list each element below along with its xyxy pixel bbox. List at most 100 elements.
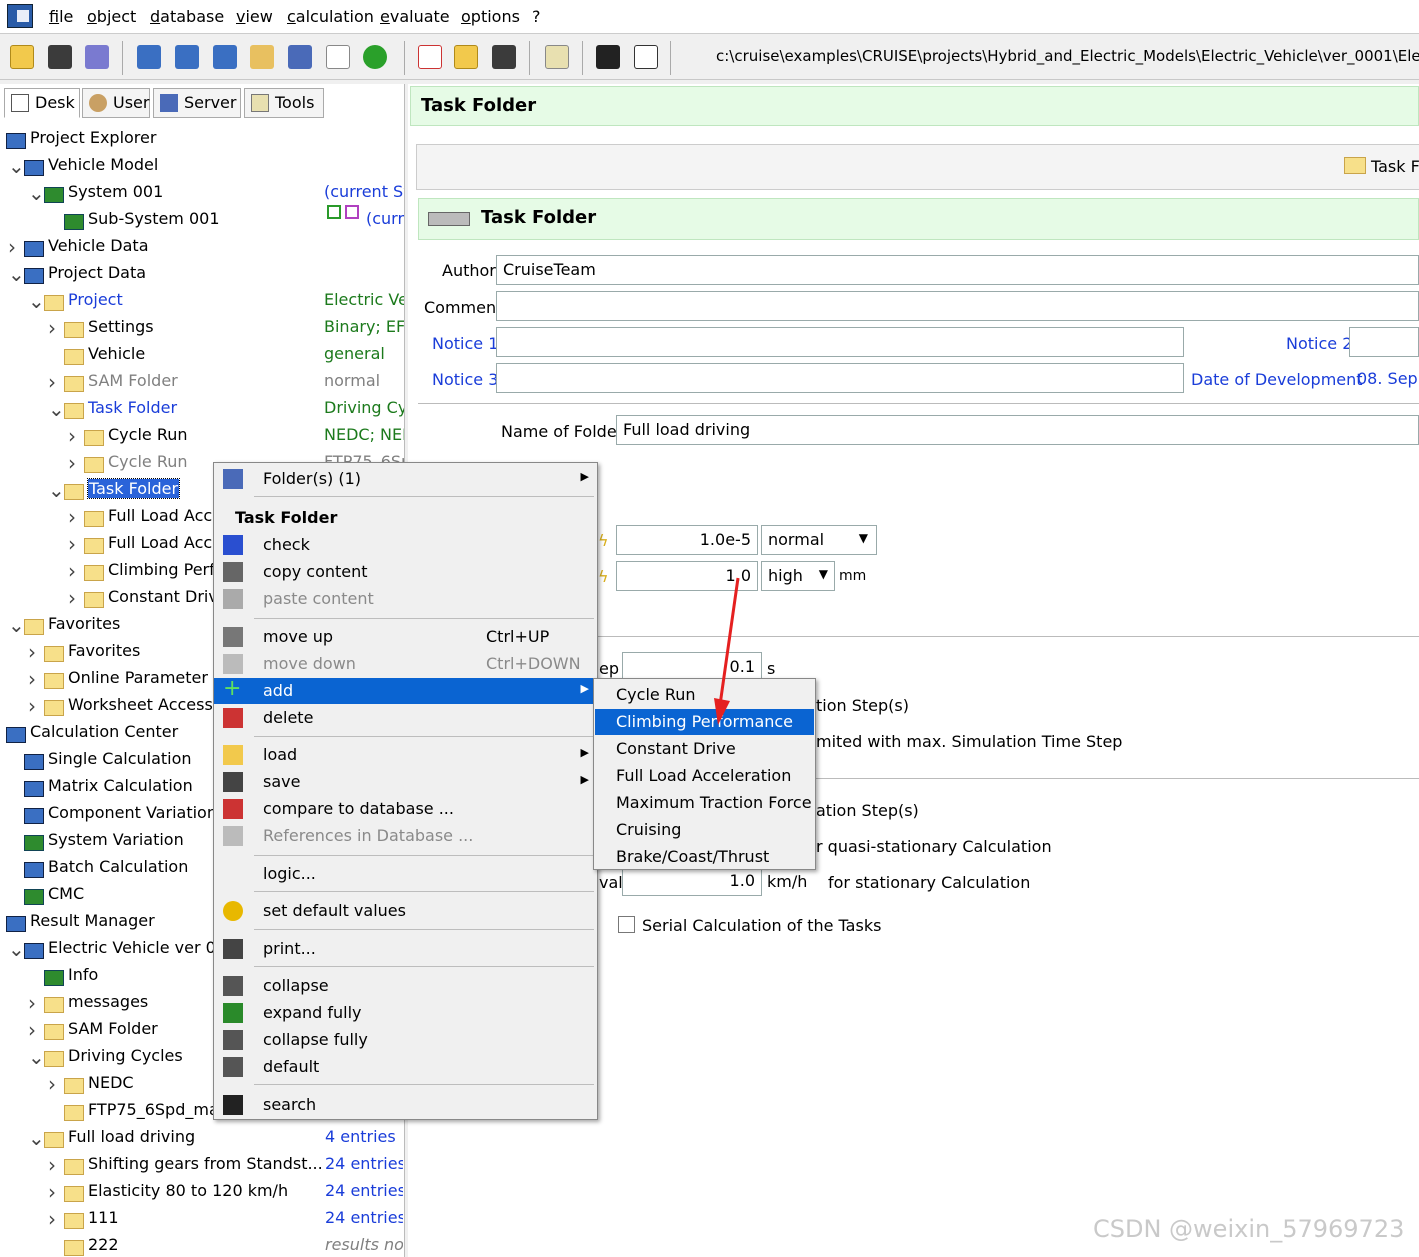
- expand-arrow-icon[interactable]: ›: [48, 1180, 56, 1204]
- expand-arrow-icon[interactable]: ›: [48, 316, 56, 340]
- calculation-center-icon[interactable]: [288, 45, 312, 69]
- tab-user[interactable]: User: [82, 88, 150, 118]
- project-data-icon[interactable]: [213, 45, 237, 69]
- tree-item-label[interactable]: Project Data: [48, 263, 146, 282]
- menu-item-add[interactable]: + add ▶: [214, 676, 597, 704]
- collapse-arrow-icon[interactable]: ⌄: [28, 1126, 45, 1150]
- menu-item-paste-content[interactable]: paste content: [214, 586, 597, 612]
- menu-item-compare-to-database[interactable]: compare to database ...: [214, 796, 597, 822]
- collapse-arrow-icon[interactable]: ⌄: [28, 289, 45, 313]
- tree-item-label[interactable]: SAM Folder: [88, 371, 178, 390]
- collapse-arrow-icon[interactable]: ⌄: [48, 478, 65, 502]
- expand-arrow-icon[interactable]: ›: [28, 991, 36, 1015]
- vehicle-data-icon[interactable]: [175, 45, 199, 69]
- favorites-icon[interactable]: [250, 45, 274, 69]
- tab-tools[interactable]: Tools: [244, 88, 324, 118]
- result-manager-icon[interactable]: [326, 45, 350, 69]
- tree-item-label[interactable]: Single Calculation: [48, 749, 192, 768]
- tree-item-label[interactable]: System Variation: [48, 830, 184, 849]
- menu-calculation[interactable]: calculation: [287, 7, 374, 26]
- tree-item-label[interactable]: Batch Calculation: [48, 857, 188, 876]
- tree-item-label[interactable]: Worksheet Access: [68, 695, 213, 714]
- accuracy-select[interactable]: high ▼: [761, 561, 835, 591]
- expand-arrow-icon[interactable]: ›: [68, 559, 76, 583]
- tree-item-label[interactable]: 222: [88, 1235, 119, 1254]
- menu-item-logic[interactable]: logic...: [214, 861, 597, 887]
- submenu-item-full-load-acceleration[interactable]: Full Load Acceleration: [595, 763, 814, 789]
- tree-item-label[interactable]: Vehicle: [88, 344, 145, 363]
- menu-item-copy-content[interactable]: copy content: [214, 559, 597, 585]
- menu-item-folder-s-1[interactable]: Folder(s) (1) ▶: [214, 466, 597, 492]
- info-icon[interactable]: [363, 45, 387, 69]
- menu-file[interactable]: file: [49, 7, 73, 26]
- menu-item-set-default-values[interactable]: set default values: [214, 898, 597, 924]
- speed-interval-input[interactable]: 1.0: [622, 866, 762, 896]
- notice3-input[interactable]: [496, 363, 1184, 393]
- author-input[interactable]: CruiseTeam: [496, 255, 1419, 285]
- collapse-arrow-icon[interactable]: ⌄: [28, 181, 45, 205]
- expand-arrow-icon[interactable]: ›: [68, 586, 76, 610]
- edit-icon[interactable]: [545, 45, 569, 69]
- expand-arrow-icon[interactable]: ›: [68, 451, 76, 475]
- tree-item-label[interactable]: 111: [88, 1208, 119, 1227]
- expand-arrow-icon[interactable]: ›: [48, 1153, 56, 1177]
- menu-database[interactable]: database: [150, 7, 224, 26]
- tree-item-label[interactable]: Climbing Perfo: [108, 560, 225, 579]
- tree-item-label[interactable]: Elasticity 80 to 120 km/h: [88, 1181, 288, 1200]
- menu-options[interactable]: options: [461, 7, 520, 26]
- tree-item-label[interactable]: Project Explorer: [30, 128, 156, 147]
- expand-arrow-icon[interactable]: ›: [28, 667, 36, 691]
- tree-item-label[interactable]: Full Load Acce: [108, 506, 222, 525]
- development-date-value[interactable]: 08. Sep: [1357, 369, 1418, 388]
- tree-item-label[interactable]: Result Manager: [30, 911, 155, 930]
- tab-desk[interactable]: Desk: [4, 88, 80, 118]
- tolerance-input[interactable]: 1.0e-5: [616, 525, 758, 555]
- expand-arrow-icon[interactable]: ›: [68, 424, 76, 448]
- menu-object[interactable]: object: [87, 7, 136, 26]
- menu-item-save[interactable]: save ▶: [214, 769, 597, 795]
- vehicle-model-icon[interactable]: [137, 45, 161, 69]
- menu-item-default[interactable]: default: [214, 1054, 597, 1080]
- collapse-arrow-icon[interactable]: ⌄: [8, 613, 25, 637]
- menu-item-collapse-fully[interactable]: collapse fully: [214, 1027, 597, 1053]
- menu-item-references-in-database[interactable]: References in Database ...: [214, 823, 597, 849]
- expand-arrow-icon[interactable]: ›: [48, 370, 56, 394]
- notice2-input[interactable]: [1349, 327, 1419, 357]
- folder-name-input[interactable]: Full load driving: [616, 415, 1419, 445]
- expand-arrow-icon[interactable]: ›: [28, 694, 36, 718]
- serial-checkbox[interactable]: [618, 916, 635, 933]
- menu-evaluate[interactable]: evaluate: [380, 7, 450, 26]
- tree-item-label[interactable]: Online Parameter A: [68, 668, 224, 687]
- compare-icon[interactable]: [634, 45, 658, 69]
- tree-item-label[interactable]: Favorites: [68, 641, 140, 660]
- expand-arrow-icon[interactable]: ›: [68, 505, 76, 529]
- tree-item-label[interactable]: Task Folder: [86, 478, 181, 499]
- tree-item-label[interactable]: messages: [68, 992, 148, 1011]
- tree-item-label[interactable]: Electric Vehicle ver 00: [48, 938, 226, 957]
- tolerance-select[interactable]: normal ▼: [761, 525, 877, 555]
- collapse-arrow-icon[interactable]: ⌄: [8, 262, 25, 286]
- submenu-item-constant-drive[interactable]: Constant Drive: [595, 736, 814, 762]
- menu-item-move-down[interactable]: move down Ctrl+DOWN: [214, 651, 597, 677]
- notice1-input[interactable]: [496, 327, 1184, 357]
- tree-item-label[interactable]: Driving Cycles: [68, 1046, 183, 1065]
- submenu-item-cruising[interactable]: Cruising: [595, 817, 814, 843]
- menu-item-check[interactable]: check: [214, 532, 597, 558]
- tree-item-label[interactable]: Constant Driv: [108, 587, 218, 606]
- tree-item-label[interactable]: Shifting gears from Standst...: [88, 1154, 323, 1173]
- tree-item-label[interactable]: Component Variation: [48, 803, 217, 822]
- collapse-arrow-icon[interactable]: ⌄: [8, 937, 25, 961]
- open-doc-icon[interactable]: [454, 45, 478, 69]
- save-all-icon[interactable]: [85, 45, 109, 69]
- tree-item-label[interactable]: FTP75_6Spd_ma: [88, 1100, 219, 1119]
- collapse-arrow-icon[interactable]: ⌄: [8, 154, 25, 178]
- tree-item-label[interactable]: Vehicle Model: [48, 155, 158, 174]
- tree-item-label[interactable]: SAM Folder: [68, 1019, 158, 1038]
- menu-item-collapse[interactable]: collapse: [214, 973, 597, 999]
- menu-item-delete[interactable]: delete: [214, 705, 597, 731]
- submenu-item-maximum-traction-force[interactable]: Maximum Traction Force: [595, 790, 814, 816]
- tree-item-label[interactable]: Full Load Acce: [108, 533, 222, 552]
- tree-item-label[interactable]: Favorites: [48, 614, 120, 633]
- tree-item-label[interactable]: System 001: [68, 182, 163, 201]
- tree-item-label[interactable]: NEDC: [88, 1073, 134, 1092]
